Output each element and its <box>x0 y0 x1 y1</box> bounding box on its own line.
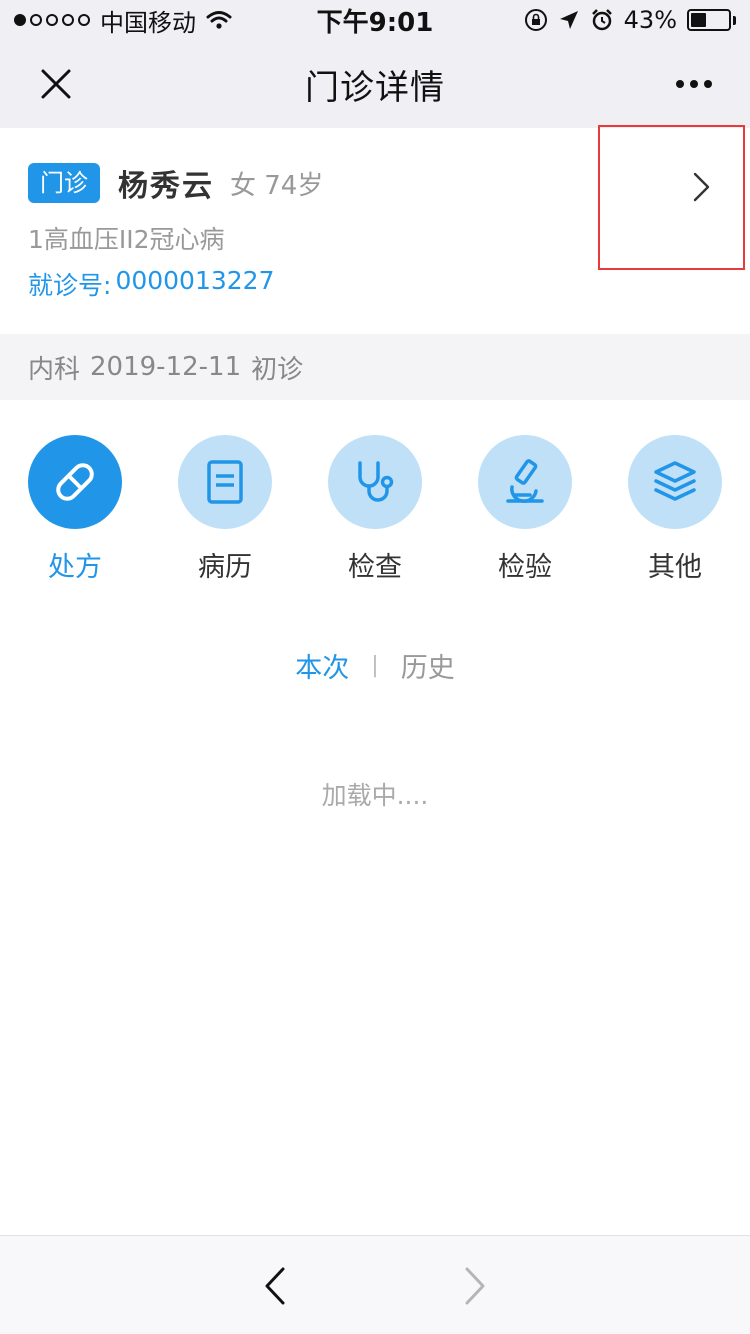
visit-number-value: 0000013227 <box>115 266 275 295</box>
close-button[interactable] <box>30 58 82 110</box>
category-label: 检验 <box>498 552 552 583</box>
visit-number-label: 就诊号: <box>28 271 112 300</box>
stethoscope-icon <box>358 461 394 502</box>
chevron-right-icon <box>465 1267 485 1305</box>
document-icon <box>207 460 243 504</box>
status-bar: 中国移动 43% 下午9:01 <box>0 0 750 40</box>
microscope-icon <box>506 459 544 503</box>
category-label: 处方 <box>48 552 102 583</box>
visit-number: 就诊号: 0000013227 <box>28 266 275 302</box>
category-examination[interactable]: 检查 <box>300 435 450 584</box>
carrier-name: 中国移动 <box>100 8 196 37</box>
patient-card[interactable]: 门诊 杨秀云 女 74岁 1高血压II2冠心病 就诊号: 0000013227 <box>0 128 750 334</box>
more-button[interactable] <box>664 58 724 110</box>
pill-icon <box>56 463 94 501</box>
category-prescription-circle <box>28 435 122 529</box>
visit-date: 2019-12-11 <box>90 352 242 382</box>
more-icon <box>676 80 684 88</box>
status-left: 中国移动 <box>14 3 232 38</box>
patient-gender-age: 女 74岁 <box>230 170 324 201</box>
status-right: 43% <box>524 6 736 34</box>
category-prescription[interactable]: 处方 <box>0 435 150 584</box>
category-lab-test-circle <box>478 435 572 529</box>
signal-strength-icon <box>14 14 90 26</box>
category-label: 其他 <box>648 552 702 583</box>
chevron-right-icon <box>693 172 710 202</box>
tab-current[interactable]: 本次 <box>295 646 349 685</box>
category-lab-test[interactable]: 检验 <box>450 435 600 584</box>
layers-icon <box>654 461 696 501</box>
tab-history[interactable]: 历史 <box>401 646 455 685</box>
chevron-left-icon <box>265 1267 285 1305</box>
back-button[interactable] <box>254 1264 298 1308</box>
category-examination-circle <box>328 435 422 529</box>
category-label: 检查 <box>348 552 402 583</box>
visit-kind: 初诊 <box>251 354 304 385</box>
location-arrow-icon <box>558 9 580 31</box>
browser-toolbar <box>0 1235 750 1334</box>
tab-separator: | <box>371 652 379 678</box>
category-medical-record[interactable]: 病历 <box>150 435 300 584</box>
category-other[interactable]: 其他 <box>600 435 750 584</box>
rotation-lock-icon <box>524 8 548 32</box>
category-label: 病历 <box>198 552 252 583</box>
visit-type-badge: 门诊 <box>28 163 100 203</box>
page-title: 门诊详情 <box>305 67 445 108</box>
department: 内科 <box>28 354 81 385</box>
close-icon <box>41 69 71 99</box>
patient-header: 门诊 杨秀云 女 74岁 <box>28 162 323 204</box>
forward-button[interactable] <box>452 1264 496 1308</box>
category-other-circle <box>628 435 722 529</box>
visit-info-bar: 内科 2019-12-11 初诊 <box>0 334 750 400</box>
screen: 中国移动 43% 下午9:01 门诊详情 门诊 杨秀云 女 74岁 1高血压II… <box>0 0 750 1334</box>
nav-bar: 门诊详情 <box>0 40 750 128</box>
battery-percent: 43% <box>623 6 677 34</box>
alarm-icon <box>590 8 614 32</box>
diagnosis: 1高血压II2冠心病 <box>28 225 225 254</box>
wifi-icon <box>206 10 232 30</box>
patient-name: 杨秀云 <box>118 169 214 204</box>
record-tabs: 本次 | 历史 <box>0 645 750 685</box>
battery-icon <box>687 9 736 31</box>
patient-detail-chevron[interactable] <box>690 170 714 204</box>
category-grid: 处方 病历 检查 检验 其他 <box>0 400 750 600</box>
category-medical-record-circle <box>178 435 272 529</box>
loading-text: 加载中.... <box>321 781 429 810</box>
